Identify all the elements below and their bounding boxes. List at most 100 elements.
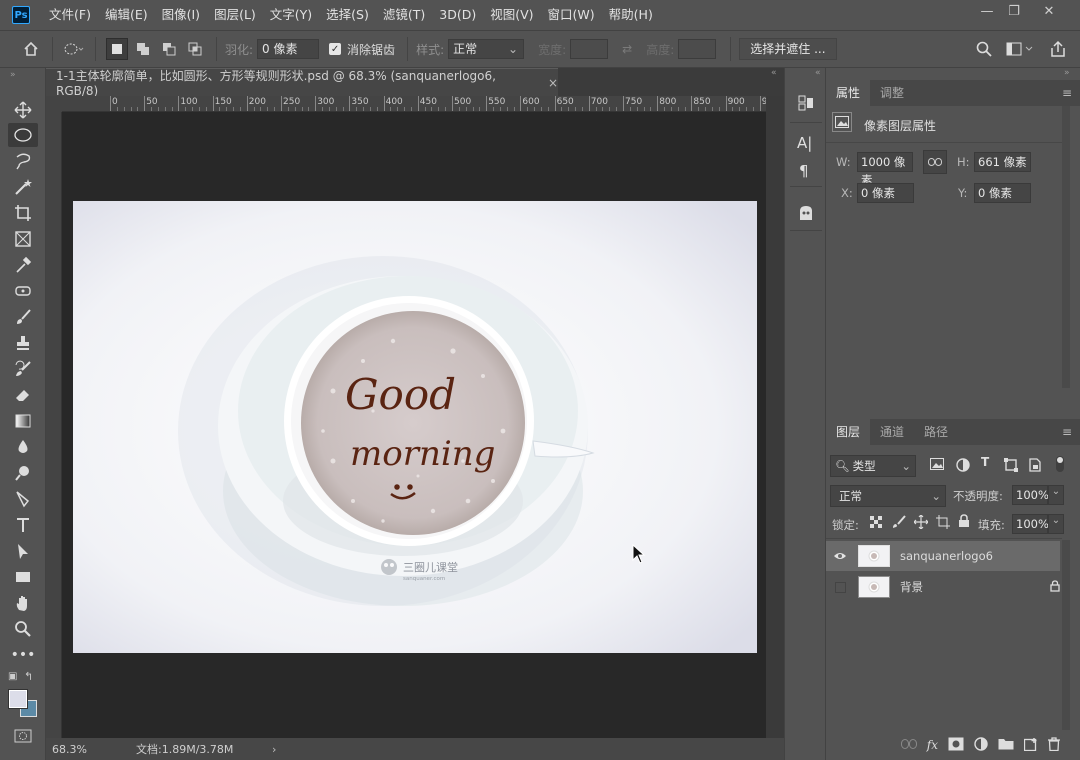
type-tool-icon[interactable] (8, 513, 38, 537)
menu-select[interactable]: 选择(S) (319, 0, 376, 30)
link-layers-icon[interactable] (900, 738, 917, 752)
filter-smart-object-icon[interactable] (1028, 458, 1042, 475)
new-layer-icon[interactable] (1023, 737, 1038, 754)
subtract-selection-icon[interactable] (158, 38, 180, 60)
filter-adjustment-icon[interactable] (956, 458, 970, 475)
gradient-tool-icon[interactable] (8, 409, 38, 433)
menu-file[interactable]: 文件(F) (42, 0, 98, 30)
default-colors-icon[interactable]: ▣ (8, 671, 17, 682)
collapse-arrows-icon[interactable]: » (10, 70, 16, 80)
dodge-tool-icon[interactable] (8, 461, 38, 485)
width-field[interactable]: 1000 像素 (857, 152, 913, 187)
pen-tool-icon[interactable] (8, 487, 38, 511)
filter-type-icon[interactable]: T (981, 455, 989, 469)
feather-input[interactable]: 0 像素 (257, 39, 320, 59)
foreground-color-swatch[interactable] (8, 689, 28, 709)
visibility-toggle[interactable] (826, 581, 854, 593)
menu-type[interactable]: 文字(Y) (263, 0, 319, 30)
lock-icon[interactable] (1050, 579, 1060, 595)
lock-artboard-icon[interactable] (936, 515, 950, 532)
select-and-mask-button[interactable]: 选择并遮住 ... (739, 38, 837, 60)
layer-row-background[interactable]: 背景 (826, 572, 1060, 602)
blend-mode-select[interactable]: 正常 ⌄ (830, 485, 946, 507)
status-menu-arrow[interactable]: › (272, 743, 276, 756)
history-brush-tool-icon[interactable] (8, 357, 38, 381)
canvas-workspace[interactable]: Good morning 三圈儿课堂 sanquaner.com (62, 112, 766, 738)
rectangle-tool-icon[interactable] (8, 565, 38, 589)
search-icon[interactable] (976, 41, 992, 60)
properties-scrollbar[interactable] (1062, 106, 1070, 388)
home-icon[interactable] (20, 38, 42, 60)
zoom-tool-icon[interactable] (8, 617, 38, 641)
add-mask-icon[interactable] (948, 737, 964, 754)
x-field[interactable]: 0 像素 (857, 183, 914, 203)
share-icon[interactable] (1050, 40, 1066, 61)
style-select[interactable]: 正常 ⌄ (448, 39, 525, 59)
lock-all-icon[interactable] (958, 514, 970, 531)
layer-row-sanquanerlogo6[interactable]: sanquanerlogo6 (826, 541, 1060, 571)
eraser-tool-icon[interactable] (8, 383, 38, 407)
lock-position-icon[interactable] (913, 514, 929, 532)
close-window-button[interactable]: ✕ (1032, 0, 1066, 22)
zoom-level[interactable]: 68.3% (52, 743, 112, 756)
elliptical-marquee-tool-icon[interactable] (8, 123, 38, 147)
new-selection-icon[interactable] (106, 38, 128, 60)
path-selection-tool-icon[interactable] (8, 539, 38, 563)
link-dimensions-icon[interactable] (923, 150, 947, 174)
y-field[interactable]: 0 像素 (974, 183, 1031, 203)
expand-panels-icon[interactable]: « (815, 68, 821, 78)
collapse-dock-icon[interactable]: » (1064, 68, 1070, 78)
height-input[interactable] (678, 39, 717, 59)
paragraph-panel-icon[interactable]: ¶ (799, 162, 809, 180)
new-adjustment-icon[interactable] (974, 736, 988, 754)
magic-wand-tool-icon[interactable] (8, 175, 38, 199)
ruler-origin[interactable] (46, 96, 62, 112)
panel-collapse-icon[interactable]: « (771, 68, 777, 78)
quick-mask-icon[interactable] (14, 729, 32, 746)
glyphs-panel-icon[interactable] (797, 204, 815, 225)
healing-brush-tool-icon[interactable] (8, 279, 38, 303)
properties-menu-icon[interactable]: ≡ (1062, 86, 1072, 100)
libraries-icon[interactable] (797, 94, 815, 115)
layer-name[interactable]: sanquanerlogo6 (900, 549, 993, 563)
filter-shape-icon[interactable] (1004, 458, 1018, 475)
height-field[interactable]: 661 像素 (974, 152, 1031, 172)
vertical-scrollbar[interactable] (766, 96, 784, 738)
new-group-icon[interactable] (998, 737, 1014, 753)
chevron-down-icon[interactable]: ⌄ (1048, 485, 1064, 505)
close-tab-icon[interactable]: × (548, 76, 558, 90)
lock-pixels-icon[interactable] (892, 515, 906, 532)
tab-layers[interactable]: 图层 (826, 419, 871, 445)
workspace-icon[interactable] (1006, 42, 1034, 59)
layer-filter-select[interactable]: 🔍︎ 类型 ⌄ (830, 455, 916, 477)
crop-tool-icon[interactable] (8, 201, 38, 225)
menu-view[interactable]: 视图(V) (483, 0, 540, 30)
menu-edit[interactable]: 编辑(E) (98, 0, 155, 30)
eyedropper-tool-icon[interactable] (8, 253, 38, 277)
tab-paths[interactable]: 路径 (914, 419, 958, 445)
antialias-checkbox[interactable]: ✓ (329, 43, 342, 55)
add-selection-icon[interactable] (132, 38, 154, 60)
layer-name[interactable]: 背景 (900, 579, 923, 595)
lock-transparent-icon[interactable] (870, 516, 882, 531)
move-tool-icon[interactable] (8, 98, 38, 122)
delete-layer-icon[interactable] (1048, 736, 1060, 754)
fx-icon[interactable]: fx (927, 738, 938, 752)
blur-tool-icon[interactable] (8, 435, 38, 459)
swap-colors-icon[interactable]: ↰ (24, 670, 33, 683)
menu-filter[interactable]: 滤镜(T) (376, 0, 432, 30)
chevron-down-icon[interactable]: ⌄ (1048, 514, 1064, 534)
more-tools-icon[interactable]: ••• (8, 643, 38, 667)
maximize-button[interactable]: ❐ (997, 0, 1031, 22)
menu-image[interactable]: 图像(I) (155, 0, 207, 30)
tab-channels[interactable]: 通道 (870, 419, 914, 445)
menu-3d[interactable]: 3D(D) (432, 0, 483, 30)
layers-menu-icon[interactable]: ≡ (1062, 425, 1072, 439)
elliptical-marquee-preset-icon[interactable] (63, 38, 85, 60)
intersect-selection-icon[interactable] (184, 38, 206, 60)
lasso-tool-icon[interactable] (8, 149, 38, 173)
menu-window[interactable]: 窗口(W) (541, 0, 602, 30)
menu-layer[interactable]: 图层(L) (207, 0, 263, 30)
opacity-field[interactable]: 100% (1012, 485, 1049, 505)
tab-properties[interactable]: 属性 (826, 80, 871, 106)
